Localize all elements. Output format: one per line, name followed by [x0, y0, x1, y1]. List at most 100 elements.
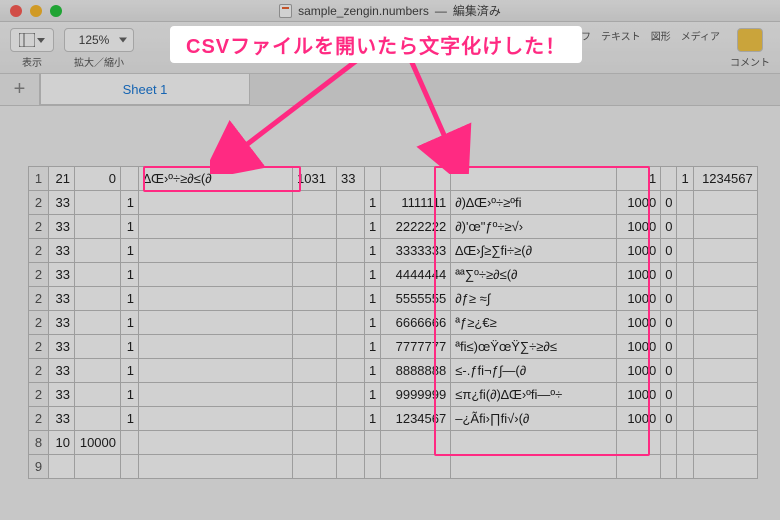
cell[interactable] — [293, 239, 337, 263]
cell[interactable]: 2222222 — [381, 215, 451, 239]
cell[interactable] — [693, 359, 757, 383]
cell[interactable]: ªƒ≥¿€≥ — [451, 311, 617, 335]
cell[interactable] — [293, 287, 337, 311]
cell[interactable]: 1000 — [617, 407, 661, 431]
cell[interactable] — [661, 167, 677, 191]
table-row[interactable]: 233111111111∂)∆Œ›º÷≥ºfi10000 — [29, 191, 758, 215]
cell[interactable]: 1000 — [617, 335, 661, 359]
cell[interactable]: ∆Œ›∫≥∑fi÷≥(∂ — [451, 239, 617, 263]
cell[interactable] — [121, 431, 139, 455]
cell[interactable] — [381, 455, 451, 479]
cell[interactable] — [677, 383, 693, 407]
cell[interactable] — [693, 407, 757, 431]
cell[interactable] — [139, 287, 293, 311]
cell[interactable]: 1 — [121, 263, 139, 287]
cell[interactable] — [451, 431, 617, 455]
table-row[interactable]: 233117777777ªfi≤)œŸœŸ∑÷≥∂≤10000 — [29, 335, 758, 359]
cell[interactable]: 33 — [49, 311, 75, 335]
cell[interactable]: 1 — [617, 167, 661, 191]
row-header[interactable]: 2 — [29, 215, 49, 239]
cell[interactable]: 21 — [49, 167, 75, 191]
cell[interactable]: 33 — [49, 239, 75, 263]
cell[interactable] — [677, 239, 693, 263]
cell[interactable] — [293, 263, 337, 287]
cell[interactable] — [139, 359, 293, 383]
row-header[interactable]: 2 — [29, 359, 49, 383]
cell[interactable] — [365, 431, 381, 455]
cell[interactable] — [365, 167, 381, 191]
cell[interactable]: 6666666 — [381, 311, 451, 335]
cell[interactable] — [293, 383, 337, 407]
cell[interactable]: 1 — [365, 311, 381, 335]
cell[interactable] — [693, 335, 757, 359]
cell[interactable]: 1 — [121, 191, 139, 215]
cell[interactable]: 1 — [121, 215, 139, 239]
cell[interactable] — [293, 455, 337, 479]
cell[interactable] — [451, 167, 617, 191]
cell[interactable] — [75, 191, 121, 215]
cell[interactable] — [365, 455, 381, 479]
cell[interactable] — [121, 167, 139, 191]
cell[interactable] — [139, 335, 293, 359]
cell[interactable] — [139, 383, 293, 407]
cell[interactable]: 1 — [365, 287, 381, 311]
cell[interactable]: 0 — [661, 359, 677, 383]
cell[interactable] — [293, 359, 337, 383]
cell[interactable]: 0 — [75, 167, 121, 191]
cell[interactable]: 33 — [49, 287, 75, 311]
row-header[interactable]: 2 — [29, 383, 49, 407]
view-button[interactable] — [10, 28, 54, 52]
cell[interactable]: 8888888 — [381, 359, 451, 383]
cell[interactable] — [293, 191, 337, 215]
cell[interactable]: 1 — [121, 407, 139, 431]
cell[interactable] — [677, 407, 693, 431]
cell[interactable]: –¿Ãfi›∏fi√›(∂ — [451, 407, 617, 431]
cell[interactable] — [337, 359, 365, 383]
cell[interactable]: 1 — [365, 215, 381, 239]
cell[interactable] — [693, 455, 757, 479]
cell[interactable]: 0 — [661, 287, 677, 311]
cell[interactable] — [661, 455, 677, 479]
row-header[interactable]: 9 — [29, 455, 49, 479]
row-header[interactable]: 2 — [29, 287, 49, 311]
cell[interactable]: 1 — [365, 335, 381, 359]
cell[interactable] — [693, 191, 757, 215]
cell[interactable]: 1000 — [617, 359, 661, 383]
cell[interactable]: ∂)∆Œ›º÷≥ºfi — [451, 191, 617, 215]
cell[interactable] — [693, 263, 757, 287]
cell[interactable]: 1 — [365, 191, 381, 215]
cell[interactable] — [677, 335, 693, 359]
cell[interactable]: 1111111 — [381, 191, 451, 215]
cell[interactable]: 0 — [661, 191, 677, 215]
cell[interactable]: 1234567 — [693, 167, 757, 191]
table-row[interactable]: 81010000 — [29, 431, 758, 455]
cell[interactable]: ªª∑º÷≥∂≤(∂ — [451, 263, 617, 287]
cell[interactable]: ∆Œ›º÷≥∂≤(∂ — [139, 167, 293, 191]
cell[interactable]: 33 — [337, 167, 365, 191]
cell[interactable] — [75, 287, 121, 311]
cell[interactable] — [337, 191, 365, 215]
table-row[interactable]: 233118888888≤-.ƒfi¬ƒ∫—(∂10000 — [29, 359, 758, 383]
cell[interactable] — [75, 455, 121, 479]
cell[interactable]: 1 — [121, 311, 139, 335]
text-label[interactable]: テキスト — [601, 28, 641, 43]
cell[interactable] — [337, 335, 365, 359]
cell[interactable] — [337, 407, 365, 431]
cell[interactable] — [677, 455, 693, 479]
cell[interactable] — [139, 215, 293, 239]
cell[interactable]: 1 — [365, 383, 381, 407]
cell[interactable]: 1234567 — [381, 407, 451, 431]
cell[interactable]: 33 — [49, 383, 75, 407]
cell[interactable]: 1 — [365, 359, 381, 383]
table-row[interactable]: 233119999999≤π¿fi(∂)∆Œ›ºfi—º÷10000 — [29, 383, 758, 407]
cell[interactable]: 5555555 — [381, 287, 451, 311]
cell[interactable]: 10000 — [75, 431, 121, 455]
cell[interactable]: 33 — [49, 215, 75, 239]
cell[interactable] — [337, 383, 365, 407]
cell[interactable] — [661, 431, 677, 455]
cell[interactable] — [677, 191, 693, 215]
table-row[interactable]: 233113333333∆Œ›∫≥∑fi÷≥(∂10000 — [29, 239, 758, 263]
cell[interactable]: 0 — [661, 335, 677, 359]
cell[interactable] — [337, 215, 365, 239]
row-header[interactable]: 2 — [29, 335, 49, 359]
